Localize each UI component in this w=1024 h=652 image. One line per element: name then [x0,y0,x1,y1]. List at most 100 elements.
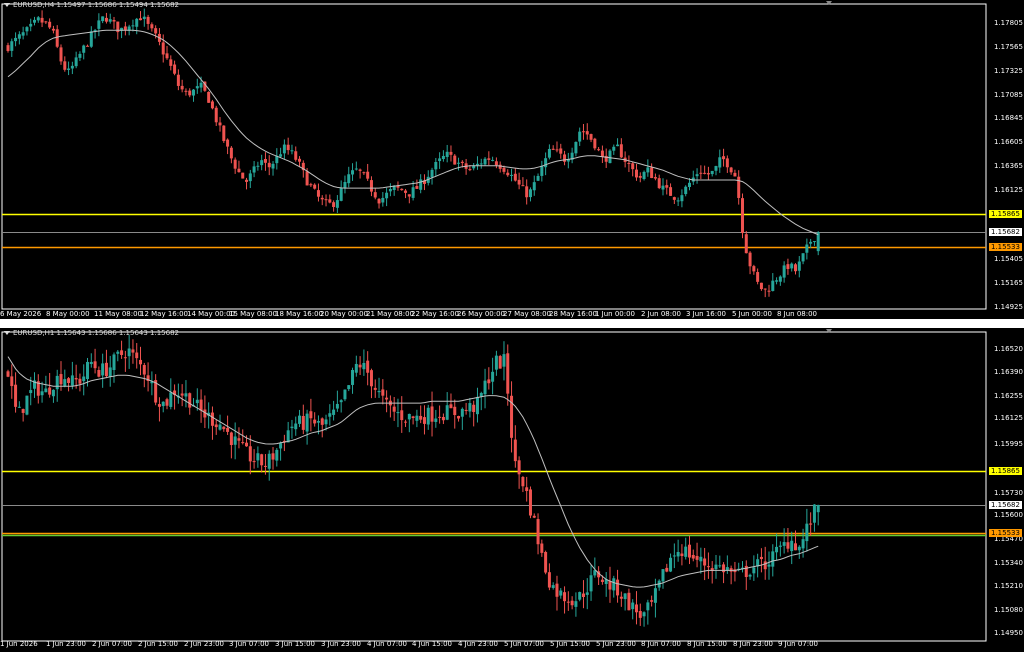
bull-candle[interactable] [699,556,703,562]
bear-candle[interactable] [131,349,135,353]
bear-candle[interactable] [521,477,525,487]
bear-candle[interactable] [438,416,442,418]
bull-candle[interactable] [78,53,82,58]
bear-candle[interactable] [748,252,752,267]
bear-candle[interactable] [449,151,453,155]
bull-candle[interactable] [396,412,400,414]
bear-candle[interactable] [271,453,275,460]
bull-candle[interactable] [578,131,582,142]
bear-candle[interactable] [237,438,241,441]
bear-candle[interactable] [536,519,540,545]
bull-candle[interactable] [551,585,555,588]
bull-candle[interactable] [279,154,283,157]
bear-candle[interactable] [404,421,408,423]
bear-candle[interactable] [563,592,567,602]
bear-candle[interactable] [86,45,90,47]
bear-candle[interactable] [494,161,498,166]
bull-candle[interactable] [805,523,809,542]
bull-candle[interactable] [127,348,131,357]
bull-candle[interactable] [502,354,506,367]
bear-candle[interactable] [233,159,237,169]
bull-candle[interactable] [44,388,48,393]
bear-candle[interactable] [222,426,226,430]
bull-candle[interactable] [479,392,483,397]
bear-candle[interactable] [650,600,654,602]
bear-candle[interactable] [453,155,457,165]
bear-candle[interactable] [120,350,124,355]
bear-candle[interactable] [210,412,214,426]
bear-candle[interactable] [793,264,797,272]
bear-candle[interactable] [369,180,373,192]
bull-candle[interactable] [574,141,578,154]
chart-menu-triangle-icon[interactable] [4,331,10,335]
bull-candle[interactable] [771,551,775,567]
moving-average-line[interactable] [7,29,819,236]
bear-candle[interactable] [135,352,139,359]
chart-menu-triangle-icon[interactable] [4,3,10,7]
bear-candle[interactable] [10,376,14,387]
bear-candle[interactable] [180,85,184,90]
bear-candle[interactable] [44,21,48,23]
bear-candle[interactable] [430,406,434,422]
bear-candle[interactable] [407,194,411,197]
bear-candle[interactable] [525,487,529,492]
bull-candle[interactable] [494,355,498,370]
bear-candle[interactable] [184,90,188,92]
bull-candle[interactable] [377,391,381,393]
bull-candle[interactable] [10,41,14,51]
bull-candle[interactable] [354,363,358,373]
bull-candle[interactable] [233,436,237,445]
bull-candle[interactable] [805,244,809,253]
bull-candle[interactable] [631,602,635,610]
bear-candle[interactable] [21,409,25,413]
bull-candle[interactable] [710,170,714,175]
bear-candle[interactable] [260,454,264,466]
bull-candle[interactable] [131,25,135,27]
bull-candle[interactable] [347,385,351,390]
bear-candle[interactable] [786,264,790,269]
bull-candle[interactable] [778,276,782,282]
bull-candle[interactable] [101,16,105,22]
bull-candle[interactable] [687,182,691,188]
bull-candle[interactable] [282,144,286,154]
bear-candle[interactable] [540,543,544,553]
bear-candle[interactable] [385,397,389,400]
bear-candle[interactable] [600,150,604,157]
chart-shift-marker-icon[interactable] [826,1,832,5]
bear-candle[interactable] [313,184,317,189]
bear-candle[interactable] [400,410,404,421]
bull-candle[interactable] [86,361,90,380]
bear-candle[interactable] [419,415,423,420]
bear-candle[interactable] [502,167,506,172]
bull-candle[interactable] [468,403,472,412]
bull-candle[interactable] [267,453,271,469]
bear-candle[interactable] [665,185,669,188]
bull-candle[interactable] [642,171,646,180]
bull-candle[interactable] [544,158,548,168]
bull-candle[interactable] [70,65,74,69]
bear-candle[interactable] [733,172,737,177]
bear-candle[interactable] [150,24,154,29]
bear-candle[interactable] [703,172,707,174]
bull-candle[interactable] [672,555,676,557]
bull-candle[interactable] [483,158,487,165]
bear-candle[interactable] [759,556,763,560]
bear-candle[interactable] [589,134,593,140]
bull-candle[interactable] [328,413,332,417]
bear-candle[interactable] [487,158,491,160]
bull-candle[interactable] [669,557,673,572]
h1-chart-panel[interactable]: EURUSD,H1 1.15643 1.15686 1.15643 1.1568… [0,328,1024,652]
bull-candle[interactable] [419,179,423,190]
bear-candle[interactable] [362,172,366,174]
bear-candle[interactable] [173,64,177,74]
bear-candle[interactable] [581,593,585,597]
bull-candle[interactable] [290,150,294,152]
bear-candle[interactable] [373,192,377,198]
bull-candle[interactable] [812,241,816,243]
bear-candle[interactable] [40,17,44,23]
bear-candle[interactable] [373,387,377,390]
bull-candle[interactable] [298,415,302,424]
bull-candle[interactable] [801,539,805,549]
bear-candle[interactable] [756,272,760,282]
bear-candle[interactable] [165,53,169,59]
